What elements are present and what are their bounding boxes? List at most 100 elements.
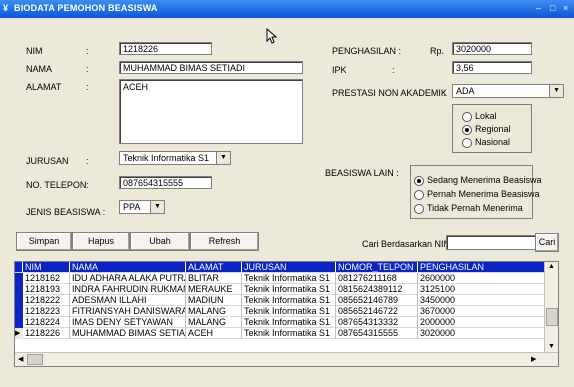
chevron-down-icon[interactable]: ▼ xyxy=(216,152,230,164)
prestasi-label: PRESTASI NON AKADEMIK xyxy=(332,88,447,98)
cell-nim[interactable]: 1218224 xyxy=(23,317,70,328)
scroll-down-icon[interactable]: ▼ xyxy=(548,343,555,350)
alamat-label: ALAMAT xyxy=(26,82,62,92)
title-bar[interactable]: ¥ BIODATA PEMOHON BEASISWA – □ × xyxy=(0,0,574,18)
chevron-down-icon[interactable]: ▼ xyxy=(549,85,563,97)
cell-nama[interactable]: IMAS DENY SETYAWAN xyxy=(70,317,186,328)
cell-alamat[interactable]: BLITAR xyxy=(186,273,242,284)
row-selector[interactable] xyxy=(15,284,23,295)
row-selector[interactable]: ▶ xyxy=(15,328,23,339)
colon: : xyxy=(86,64,89,74)
telepon-field[interactable]: 087654315555 xyxy=(119,176,212,189)
table-header: NIM NAMA ALAMAT JURUSAN NOMOR_TELPON PEN… xyxy=(15,262,545,273)
cell-penghasilan[interactable]: 2000000 xyxy=(418,317,545,328)
header-nomor-telpon[interactable]: NOMOR_TELPON xyxy=(336,262,418,273)
cell-jurusan[interactable]: Teknik Informatika S1 xyxy=(242,328,336,339)
cell-jurusan[interactable]: Teknik Informatika S1 xyxy=(242,306,336,317)
header-nim[interactable]: NIM xyxy=(23,262,70,273)
cell-nama[interactable]: IDU ADHARA ALAKA PUTRA xyxy=(70,273,186,284)
cell-nomor-telpon[interactable]: 085652146722 xyxy=(336,306,418,317)
cell-nama[interactable]: INDRA FAHRUDIN RUKMANA xyxy=(70,284,186,295)
hscroll-thumb[interactable] xyxy=(27,354,43,365)
cell-nomor-telpon[interactable]: 087654313332 xyxy=(336,317,418,328)
table-row[interactable]: 1218162 IDU ADHARA ALAKA PUTRA BLITAR Tekni… xyxy=(15,273,545,284)
close-button[interactable]: × xyxy=(563,3,568,13)
cell-alamat[interactable]: ACEH xyxy=(186,328,242,339)
cell-nim[interactable]: 1218222 xyxy=(23,295,70,306)
refresh-button[interactable]: Refresh xyxy=(190,232,259,251)
cell-nama[interactable]: ADESMAN ILLAHI xyxy=(70,295,186,306)
radio-tidak-pernah[interactable]: Tidak Pernah Menerima xyxy=(414,203,523,214)
alamat-textarea[interactable]: ACEH xyxy=(119,79,303,144)
table-row[interactable]: 1218223 FITRIANSYAH DANISWARA P MALANG Tekn… xyxy=(15,306,545,317)
ubah-button[interactable]: Ubah xyxy=(130,232,190,251)
header-alamat[interactable]: ALAMAT xyxy=(186,262,242,273)
cell-jurusan[interactable]: Teknik Informatika S1 xyxy=(242,295,336,306)
colon: : xyxy=(392,65,395,75)
simpan-button[interactable]: Simpan xyxy=(16,232,72,251)
cell-nomor-telpon[interactable]: 0815624389112 xyxy=(336,284,418,295)
row-selector[interactable] xyxy=(15,295,23,306)
radio-lokal[interactable]: Lokal xyxy=(462,111,497,122)
minimize-button[interactable]: – xyxy=(536,3,541,13)
prestasi-select[interactable]: ADA ▼ xyxy=(452,84,564,98)
cell-nim[interactable]: 1218226 xyxy=(23,328,70,339)
cell-jurusan[interactable]: Teknik Informatika S1 xyxy=(242,317,336,328)
cell-nomor-telpon[interactable]: 081276211168 xyxy=(336,273,418,284)
row-selector[interactable] xyxy=(15,317,23,328)
cell-nama[interactable]: FITRIANSYAH DANISWARA P xyxy=(70,306,186,317)
hapus-button[interactable]: Hapus xyxy=(72,232,130,251)
horizontal-scrollbar[interactable]: ◀ ▶ xyxy=(15,352,558,366)
cell-penghasilan[interactable]: 3125100 xyxy=(418,284,545,295)
radio-regional[interactable]: Regional xyxy=(462,124,511,135)
cell-penghasilan[interactable]: 3020000 xyxy=(418,328,545,339)
radio-pernah-dot xyxy=(414,189,424,200)
tingkat-prestasi-group: Lokal Regional Nasional xyxy=(452,104,532,153)
app-window: ¥ BIODATA PEMOHON BEASISWA – □ × NIM : 1… xyxy=(0,0,574,387)
maximize-button[interactable]: □ xyxy=(550,3,555,13)
radio-pernah-menerima[interactable]: Pernah Menerima Beasiswa xyxy=(414,189,540,200)
radio-sedang-menerima[interactable]: Sedang Menerima Beasiswa xyxy=(414,175,542,186)
cell-alamat[interactable]: MERAUKE xyxy=(186,284,242,295)
table-row[interactable]: 1218222 ADESMAN ILLAHI MADIUN Teknik Inform… xyxy=(15,295,545,306)
scroll-right-icon[interactable]: ▶ xyxy=(531,355,536,363)
cell-nomor-telpon[interactable]: 087654315555 xyxy=(336,328,418,339)
table-row[interactable]: ▶ 1218226 MUHAMMAD BIMAS SETIADI ACEH Teknik… xyxy=(15,328,545,339)
cell-alamat[interactable]: MALANG xyxy=(186,317,242,328)
vertical-scrollbar[interactable]: ▲ ▼ xyxy=(544,262,558,354)
cell-alamat[interactable]: MALANG xyxy=(186,306,242,317)
cell-nomor-telpon[interactable]: 085652146789 xyxy=(336,295,418,306)
cell-alamat[interactable]: MADIUN xyxy=(186,295,242,306)
header-penghasilan[interactable]: PENGHASILAN xyxy=(418,262,545,273)
data-grid[interactable]: NIM NAMA ALAMAT JURUSAN NOMOR_TELPON PEN… xyxy=(14,261,559,367)
row-selector[interactable] xyxy=(15,306,23,317)
cell-nim[interactable]: 1218193 xyxy=(23,284,70,295)
cell-jurusan[interactable]: Teknik Informatika S1 xyxy=(242,273,336,284)
cell-nim[interactable]: 1218162 xyxy=(23,273,70,284)
jurusan-select[interactable]: Teknik Informatika S1 ▼ xyxy=(119,151,231,165)
jenis-beasiswa-select[interactable]: PPA ▼ xyxy=(119,200,165,214)
nim-field[interactable]: 1218226 xyxy=(119,42,212,55)
scroll-left-icon[interactable]: ◀ xyxy=(18,355,23,363)
cell-nim[interactable]: 1218223 xyxy=(23,306,70,317)
cell-nama[interactable]: MUHAMMAD BIMAS SETIADI xyxy=(70,328,186,339)
cari-button[interactable]: Cari xyxy=(535,233,559,252)
cell-jurusan[interactable]: Teknik Informatika S1 xyxy=(242,284,336,295)
cari-label: Cari Berdasarkan NIM xyxy=(362,239,452,249)
scroll-up-icon[interactable]: ▲ xyxy=(548,263,555,270)
ipk-field[interactable]: 3,56 xyxy=(452,61,532,74)
cell-penghasilan[interactable]: 3450000 xyxy=(418,295,545,306)
cell-penghasilan[interactable]: 2600000 xyxy=(418,273,545,284)
row-selector[interactable] xyxy=(15,273,23,284)
radio-nasional[interactable]: Nasional xyxy=(462,137,510,148)
scroll-thumb[interactable] xyxy=(546,308,558,326)
header-jurusan[interactable]: JURUSAN xyxy=(242,262,336,273)
chevron-down-icon[interactable]: ▼ xyxy=(150,201,164,213)
header-nama[interactable]: NAMA xyxy=(70,262,186,273)
nama-field[interactable]: MUHAMMAD BIMAS SETIADI xyxy=(119,61,303,74)
cell-penghasilan[interactable]: 3670000 xyxy=(418,306,545,317)
penghasilan-field[interactable]: 3020000 xyxy=(452,42,532,55)
mouse-cursor-icon xyxy=(266,28,278,44)
table-row[interactable]: 1218193 INDRA FAHRUDIN RUKMANA MERAUKE Tekn… xyxy=(15,284,545,295)
table-row[interactable]: 1218224 IMAS DENY SETYAWAN MALANG Teknik In… xyxy=(15,317,545,328)
